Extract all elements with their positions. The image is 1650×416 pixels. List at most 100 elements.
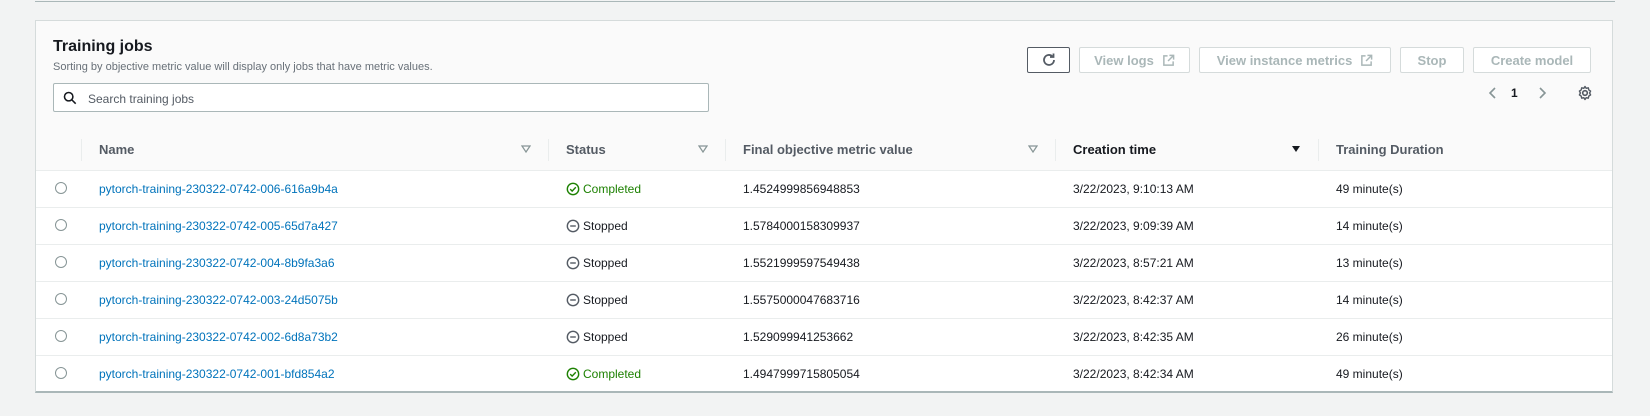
current-page[interactable]: 1: [1511, 86, 1518, 100]
status-text: Completed: [583, 182, 642, 196]
job-name-link[interactable]: pytorch-training-230322-0742-004-8b9fa3a…: [99, 256, 335, 270]
sort-icon[interactable]: [698, 144, 708, 154]
row-select-radio[interactable]: [55, 256, 67, 268]
select-cell[interactable]: [36, 170, 82, 208]
status-text: Stopped: [583, 293, 628, 307]
status-cell: Stopped: [549, 207, 726, 245]
job-name-link[interactable]: pytorch-training-230322-0742-003-24d5075…: [99, 293, 338, 307]
table-row[interactable]: pytorch-training-230322-0742-002-6d8a73b…: [36, 318, 1612, 356]
name-cell: pytorch-training-230322-0742-001-bfd854a…: [82, 356, 549, 393]
metric-cell: 1.529099941253662: [726, 318, 1056, 356]
metric-value: 1.5521999597549438: [743, 256, 860, 270]
status-badge: Stopped: [566, 256, 628, 270]
select-cell[interactable]: [36, 207, 82, 245]
view-instance-metrics-button[interactable]: View instance metrics: [1199, 47, 1391, 73]
view-logs-button[interactable]: View logs: [1079, 47, 1190, 73]
column-header-creation-time[interactable]: Creation time: [1056, 129, 1319, 171]
creation-time-value: 3/22/2023, 9:10:13 AM: [1073, 182, 1194, 196]
panel-description: Sorting by objective metric value will d…: [53, 61, 433, 73]
name-cell: pytorch-training-230322-0742-002-6d8a73b…: [82, 318, 549, 356]
status-completed-icon: [566, 367, 580, 381]
training-jobs-panel: Training jobs Sorting by objective metri…: [35, 20, 1613, 393]
chevron-left-icon[interactable]: [1487, 87, 1499, 99]
metric-cell: 1.5575000047683716: [726, 281, 1056, 319]
select-cell[interactable]: [36, 356, 82, 393]
status-badge: Stopped: [566, 330, 628, 344]
job-name-link[interactable]: pytorch-training-230322-0742-006-616a9b4…: [99, 182, 338, 196]
name-cell: pytorch-training-230322-0742-004-8b9fa3a…: [82, 244, 549, 282]
duration-cell: 49 minute(s): [1319, 356, 1612, 393]
create-model-button[interactable]: Create model: [1473, 47, 1591, 73]
column-header-duration-label: Training Duration: [1336, 142, 1444, 157]
column-header-status-label: Status: [566, 142, 606, 157]
refresh-button[interactable]: [1027, 47, 1070, 73]
row-select-radio[interactable]: [55, 367, 67, 379]
refresh-icon: [1042, 53, 1055, 66]
select-cell[interactable]: [36, 318, 82, 356]
job-name-link[interactable]: pytorch-training-230322-0742-002-6d8a73b…: [99, 330, 338, 344]
row-select-radio[interactable]: [55, 330, 67, 342]
column-header-duration[interactable]: Training Duration: [1319, 129, 1612, 171]
gear-icon[interactable]: [1577, 85, 1593, 101]
duration-cell: 49 minute(s): [1319, 170, 1612, 208]
metric-value: 1.5575000047683716: [743, 293, 860, 307]
metric-cell: 1.4524999856948853: [726, 170, 1056, 208]
job-name-link[interactable]: pytorch-training-230322-0742-001-bfd854a…: [99, 367, 335, 381]
sort-icon[interactable]: [521, 144, 531, 154]
search-icon: [63, 91, 77, 105]
metric-cell: 1.4947999715805054: [726, 356, 1056, 393]
table-row[interactable]: pytorch-training-230322-0742-003-24d5075…: [36, 281, 1612, 319]
duration-value: 49 minute(s): [1336, 182, 1403, 196]
status-badge: Completed: [566, 367, 641, 381]
duration-value: 26 minute(s): [1336, 330, 1403, 344]
row-select-radio[interactable]: [55, 182, 67, 194]
status-cell: Stopped: [549, 281, 726, 319]
duration-cell: 14 minute(s): [1319, 207, 1612, 245]
status-stopped-icon: [566, 293, 580, 307]
select-column-header: [36, 129, 82, 171]
metric-value: 1.5784000158309937: [743, 219, 860, 233]
creation-time-cell: 3/22/2023, 8:42:35 AM: [1056, 318, 1319, 356]
creation-time-cell: 3/22/2023, 9:10:13 AM: [1056, 170, 1319, 208]
status-cell: Stopped: [549, 318, 726, 356]
status-stopped-icon: [566, 219, 580, 233]
column-header-metric-label: Final objective metric value: [743, 142, 913, 157]
job-name-link[interactable]: pytorch-training-230322-0742-005-65d7a42…: [99, 219, 338, 233]
stop-button[interactable]: Stop: [1400, 47, 1464, 73]
row-select-radio[interactable]: [55, 293, 67, 305]
panel-title: Training jobs: [53, 38, 153, 55]
panel-header: Training jobs Sorting by objective metri…: [36, 21, 1612, 130]
name-cell: pytorch-training-230322-0742-003-24d5075…: [82, 281, 549, 319]
status-text: Completed: [583, 367, 642, 381]
sort-descending-icon[interactable]: [1291, 144, 1301, 154]
table-row[interactable]: pytorch-training-230322-0742-004-8b9fa3a…: [36, 244, 1612, 282]
duration-cell: 26 minute(s): [1319, 318, 1612, 356]
creation-time-value: 3/22/2023, 8:42:35 AM: [1073, 330, 1194, 344]
column-header-status[interactable]: Status: [549, 129, 726, 171]
status-completed-icon: [566, 182, 580, 196]
sort-icon[interactable]: [1028, 144, 1038, 154]
chevron-right-icon[interactable]: [1536, 87, 1548, 99]
metric-cell: 1.5521999597549438: [726, 244, 1056, 282]
creation-time-cell: 3/22/2023, 8:57:21 AM: [1056, 244, 1319, 282]
select-cell[interactable]: [36, 244, 82, 282]
top-divider: [35, 0, 1615, 2]
search-input[interactable]: [86, 84, 700, 113]
row-select-radio[interactable]: [55, 219, 67, 231]
training-jobs-table: Name Status Final objective metric value…: [36, 129, 1612, 392]
table-row[interactable]: pytorch-training-230322-0742-005-65d7a42…: [36, 207, 1612, 245]
column-header-creation-time-label: Creation time: [1073, 142, 1157, 157]
column-header-name[interactable]: Name: [82, 129, 549, 171]
metric-value: 1.529099941253662: [743, 330, 854, 344]
status-cell: Stopped: [549, 244, 726, 282]
creation-time-cell: 3/22/2023, 8:42:37 AM: [1056, 281, 1319, 319]
status-badge: Stopped: [566, 293, 628, 307]
select-cell[interactable]: [36, 281, 82, 319]
column-header-metric[interactable]: Final objective metric value: [726, 129, 1056, 171]
search-box[interactable]: [53, 83, 709, 113]
duration-value: 13 minute(s): [1336, 256, 1403, 270]
stop-label: Stop: [1417, 52, 1447, 68]
table-row[interactable]: pytorch-training-230322-0742-001-bfd854a…: [36, 356, 1612, 393]
table-row[interactable]: pytorch-training-230322-0742-006-616a9b4…: [36, 170, 1612, 208]
duration-value: 14 minute(s): [1336, 293, 1403, 307]
